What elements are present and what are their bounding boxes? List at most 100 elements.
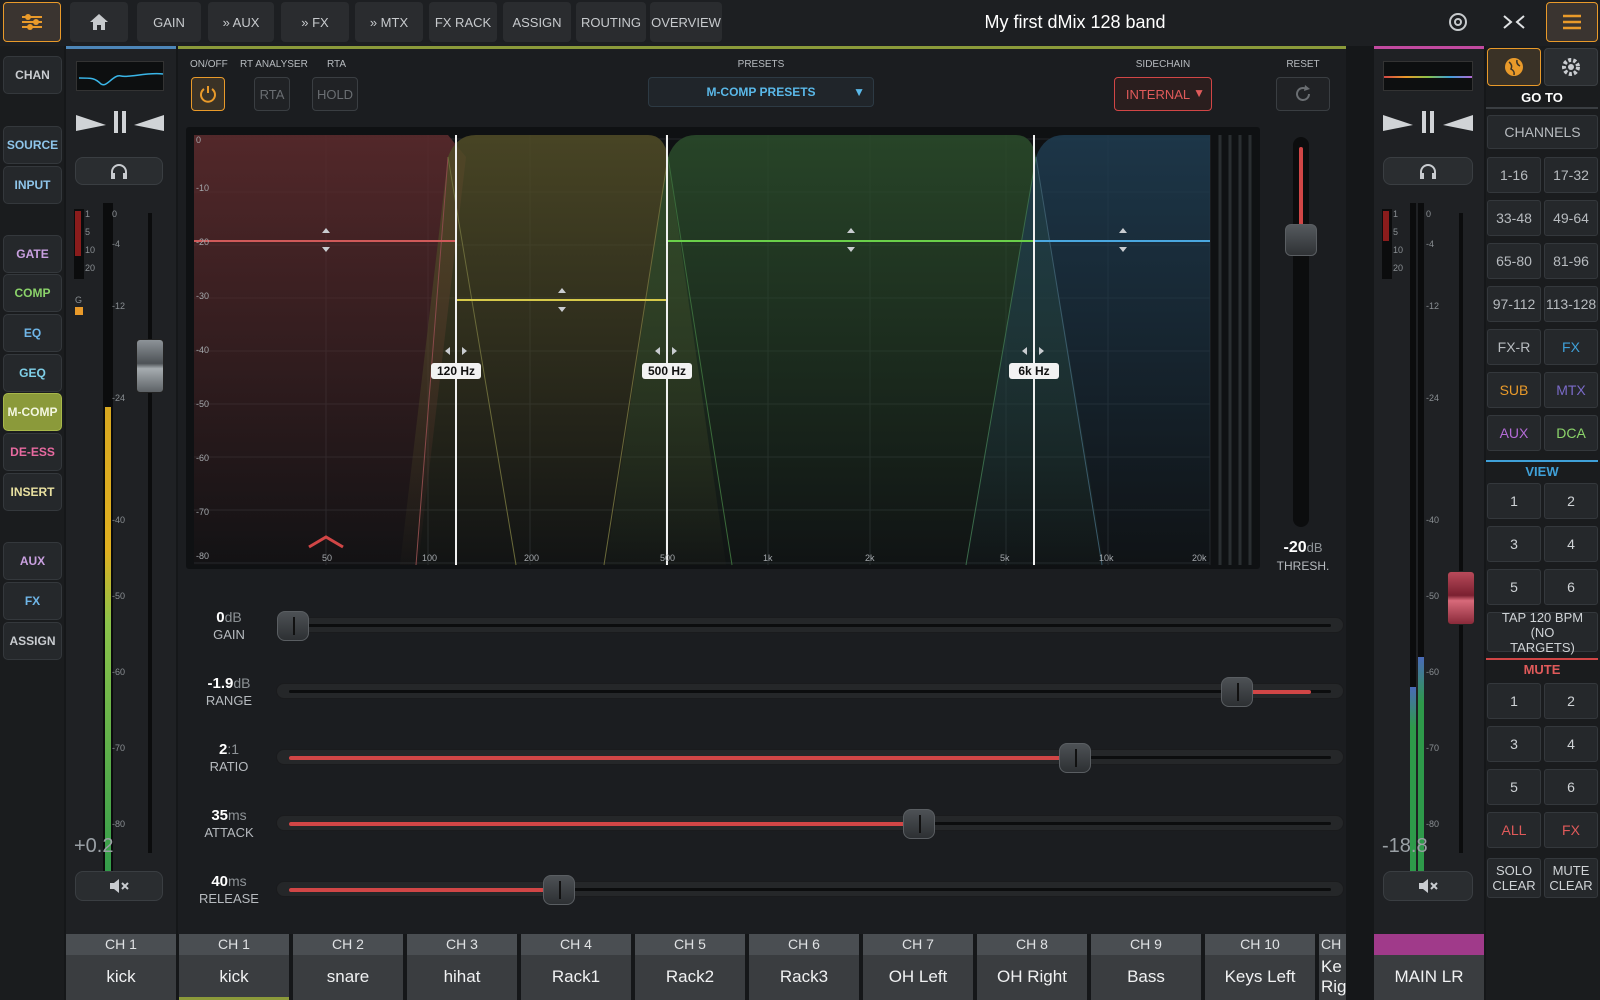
onoff-button[interactable] — [191, 77, 225, 111]
channel-tab-9[interactable]: CH 9 Bass — [1091, 934, 1201, 1000]
channel-tab-8[interactable]: CH 8 OH Right — [977, 934, 1087, 1000]
channel-tab-10[interactable]: CH 10 Keys Left — [1205, 934, 1315, 1000]
mute-group-6[interactable]: 6 — [1544, 769, 1598, 805]
channel-tab-11[interactable]: CH Ke Rig — [1319, 934, 1346, 1000]
nav-overview[interactable]: OVERVIEW — [650, 2, 722, 42]
main-lr-mute-button[interactable] — [1383, 871, 1473, 901]
globe-tab[interactable] — [1487, 48, 1541, 86]
mute-group-3[interactable]: 3 — [1487, 726, 1541, 762]
nav-mtx[interactable]: » MTX — [355, 2, 423, 42]
nav-comp[interactable]: COMP — [3, 274, 62, 312]
goto-17-32[interactable]: 17-32 — [1544, 157, 1598, 193]
mute-all-button[interactable]: ALL — [1487, 812, 1541, 848]
settings-button[interactable] — [1436, 2, 1480, 42]
home-button[interactable] — [70, 2, 128, 42]
nav-chan[interactable]: CHAN — [3, 56, 62, 94]
main-lr-pan[interactable] — [1383, 111, 1473, 133]
threshold-fader[interactable] — [1285, 224, 1317, 256]
goto-mtx[interactable]: MTX — [1544, 372, 1598, 408]
mute-group-4[interactable]: 4 — [1544, 726, 1598, 762]
mute-clear-button[interactable]: MUTE CLEAR — [1544, 858, 1598, 898]
crossover-3-label[interactable]: 6k Hz — [1009, 363, 1059, 379]
main-lr-tab[interactable]: MAIN LR — [1374, 934, 1484, 1000]
channel-tab-4[interactable]: CH 4 Rack1 — [521, 934, 631, 1000]
nav-routing[interactable]: ROUTING — [576, 2, 646, 42]
mute-group-2[interactable]: 2 — [1544, 683, 1598, 719]
channel-fader[interactable] — [136, 339, 164, 393]
eq-thumbnail[interactable] — [76, 61, 164, 91]
range-slider-handle[interactable] — [1221, 677, 1253, 707]
main-lr-solo-button[interactable] — [1383, 157, 1473, 185]
range-slider[interactable] — [276, 677, 1344, 707]
nav-m-comp[interactable]: M-COMP — [3, 393, 62, 431]
main-lr-fader[interactable] — [1447, 571, 1475, 625]
current-channel-label[interactable]: CH 1 kick — [66, 934, 176, 1000]
channel-tab-6[interactable]: CH 6 Rack3 — [749, 934, 859, 1000]
mute-fx-button[interactable]: FX — [1544, 812, 1598, 848]
goto-sub[interactable]: SUB — [1487, 372, 1541, 408]
channel-tab-3[interactable]: CH 3 hihat — [407, 934, 517, 1000]
nav-fx[interactable]: FX — [3, 582, 62, 620]
channel-tab-2[interactable]: CH 2 snare — [293, 934, 403, 1000]
goto-81-96[interactable]: 81-96 — [1544, 243, 1598, 279]
solo-button[interactable] — [75, 157, 163, 185]
nav-geq[interactable]: GEQ — [3, 354, 62, 392]
view-1[interactable]: 1 — [1487, 483, 1541, 519]
channel-tab-1[interactable]: CH 1 kick — [179, 934, 289, 1000]
crossover-1-label[interactable]: 120 Hz — [431, 363, 481, 379]
settings-tab[interactable] — [1544, 48, 1598, 86]
frequency-graph[interactable]: 0 -10 -20 -30 -40 -50 -60 -70 -80 50 100… — [186, 127, 1260, 569]
goto-49-64[interactable]: 49-64 — [1544, 200, 1598, 236]
view-5[interactable]: 5 — [1487, 569, 1541, 605]
view-2[interactable]: 2 — [1544, 483, 1598, 519]
goto-aux[interactable]: AUX — [1487, 415, 1541, 451]
mute-group-1[interactable]: 1 — [1487, 683, 1541, 719]
rta-button[interactable]: RTA — [254, 77, 290, 111]
gain-slider-handle[interactable] — [277, 611, 309, 641]
release-slider-handle[interactable] — [543, 875, 575, 905]
nav-eq[interactable]: EQ — [3, 314, 62, 352]
goto-97-112[interactable]: 97-112 — [1487, 286, 1541, 322]
reset-button[interactable] — [1276, 77, 1330, 111]
nav-de-ess[interactable]: DE-ESS — [3, 433, 62, 471]
presets-dropdown[interactable]: M-COMP PRESETS ▼ — [648, 77, 874, 107]
view-6[interactable]: 6 — [1544, 569, 1598, 605]
collapse-button[interactable] — [1490, 2, 1538, 42]
nav-assign[interactable]: ASSIGN — [3, 622, 62, 660]
view-4[interactable]: 4 — [1544, 526, 1598, 562]
pan-indicator[interactable] — [76, 111, 164, 133]
nav-assign[interactable]: ASSIGN — [503, 2, 571, 42]
gain-slider[interactable] — [276, 611, 1344, 641]
nav-aux[interactable]: » AUX — [208, 2, 274, 42]
release-slider[interactable] — [276, 875, 1344, 905]
nav-gate[interactable]: GATE — [3, 235, 62, 273]
attack-slider[interactable] — [276, 809, 1344, 839]
sidechain-dropdown[interactable]: INTERNAL ▼ — [1114, 77, 1212, 111]
solo-clear-button[interactable]: SOLO CLEAR — [1487, 858, 1541, 898]
nav-source[interactable]: SOURCE — [3, 126, 62, 164]
tap-tempo-button[interactable]: TAP 120 BPM (NO TARGETS) — [1487, 610, 1598, 655]
nav-fx-rack[interactable]: FX RACK — [429, 2, 497, 42]
nav-insert[interactable]: INSERT — [3, 473, 62, 511]
nav-input[interactable]: INPUT — [3, 166, 62, 204]
channel-tab-5[interactable]: CH 5 Rack2 — [635, 934, 745, 1000]
goto-1-16[interactable]: 1-16 — [1487, 157, 1541, 193]
channel-tab-7[interactable]: CH 7 OH Left — [863, 934, 973, 1000]
channels-button[interactable]: CHANNELS — [1487, 115, 1598, 149]
goto-33-48[interactable]: 33-48 — [1487, 200, 1541, 236]
nav-aux[interactable]: AUX — [3, 542, 62, 580]
mixer-menu-button[interactable] — [3, 2, 61, 42]
goto-65-80[interactable]: 65-80 — [1487, 243, 1541, 279]
goto-fx-r[interactable]: FX-R — [1487, 329, 1541, 365]
view-3[interactable]: 3 — [1487, 526, 1541, 562]
nav-fx[interactable]: » FX — [281, 2, 349, 42]
ratio-slider[interactable] — [276, 743, 1344, 773]
nav-gain[interactable]: GAIN — [137, 2, 201, 42]
goto-113-128[interactable]: 113-128 — [1544, 286, 1598, 322]
mute-button[interactable] — [75, 871, 163, 901]
ratio-slider-handle[interactable] — [1059, 743, 1091, 773]
hold-button[interactable]: HOLD — [312, 77, 358, 111]
attack-slider-handle[interactable] — [903, 809, 935, 839]
mute-group-5[interactable]: 5 — [1487, 769, 1541, 805]
crossover-2-label[interactable]: 500 Hz — [642, 363, 692, 379]
